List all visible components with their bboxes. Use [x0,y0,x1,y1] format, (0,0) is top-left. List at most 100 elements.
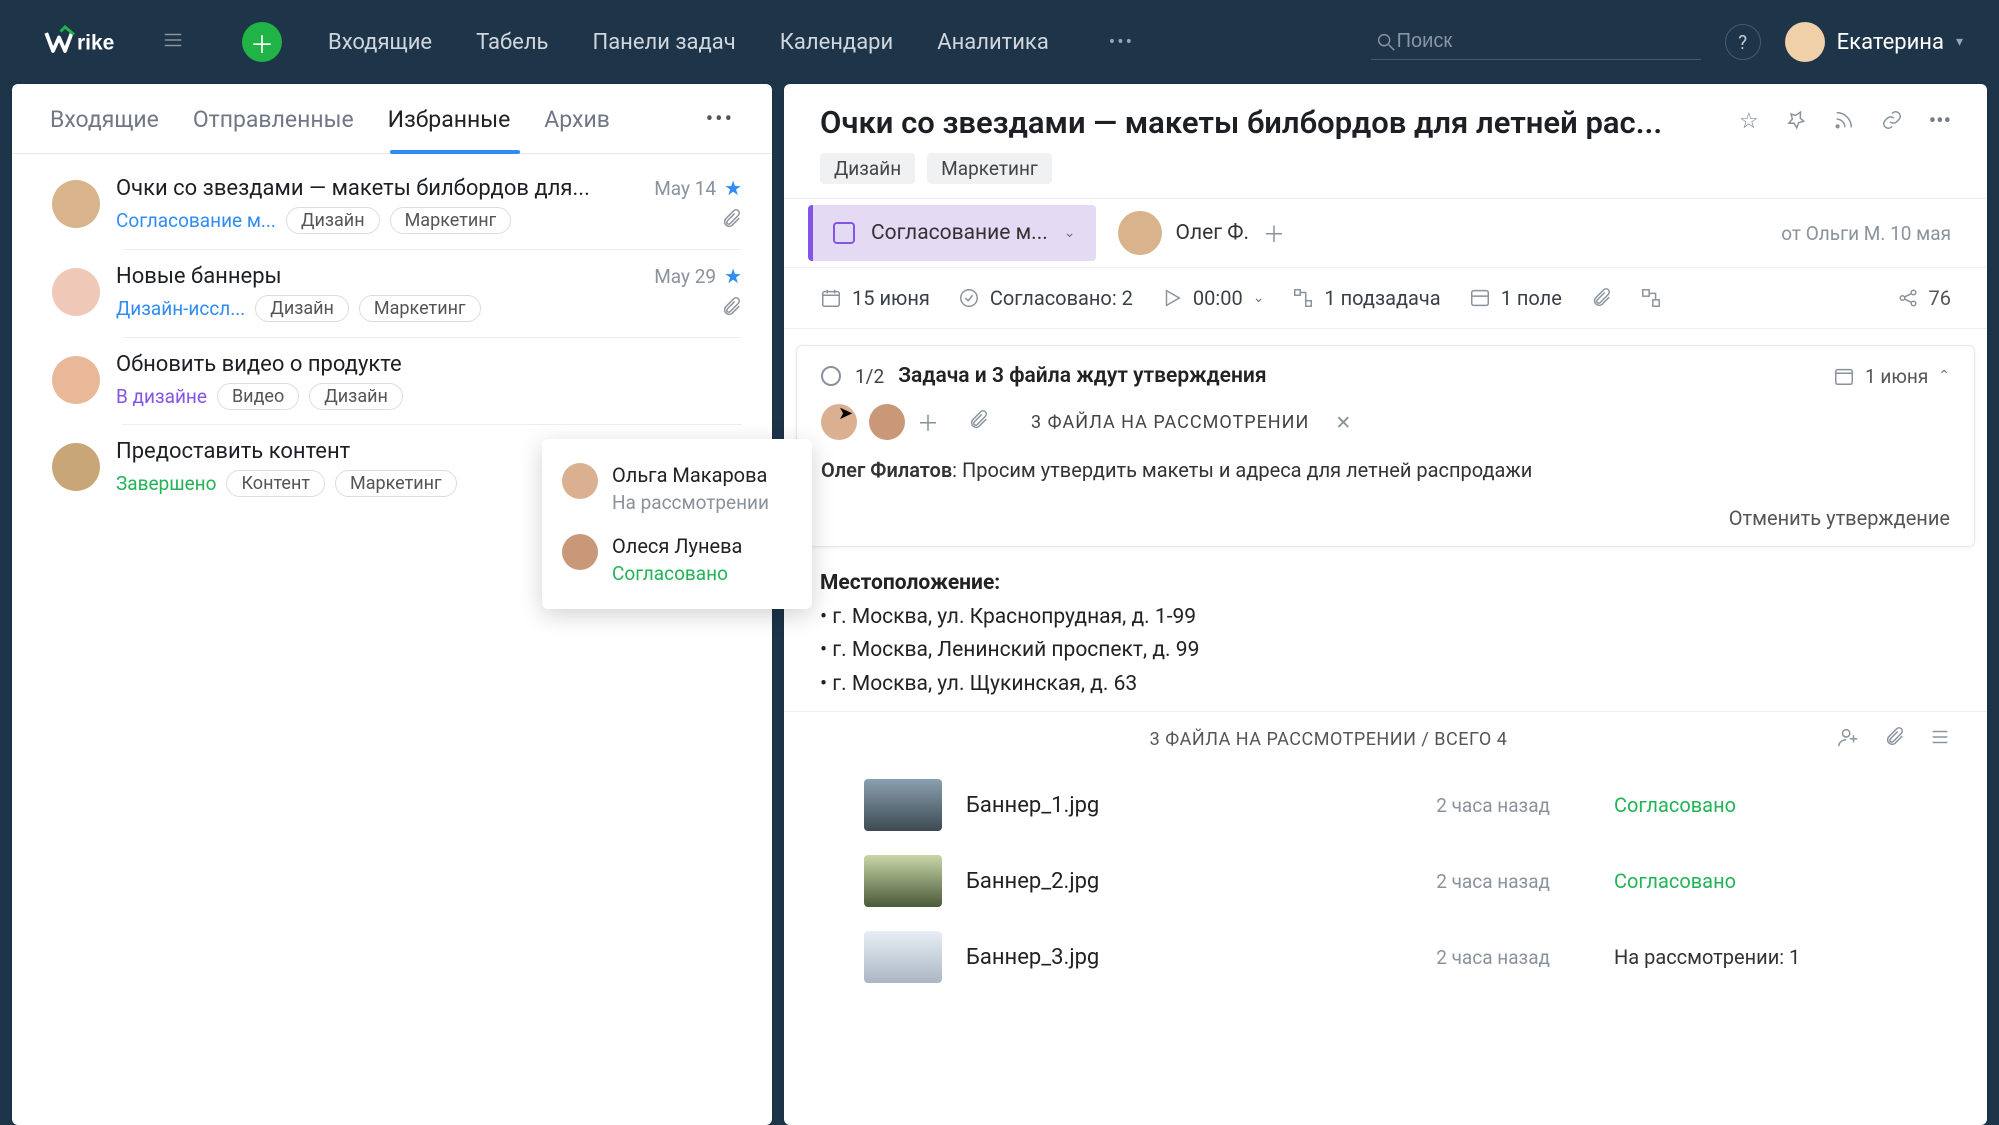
chevron-down-icon: ▾ [1956,34,1963,50]
more-icon[interactable]: ••• [1929,109,1951,137]
add-approver-icon[interactable]: ＋ [917,406,939,438]
file-thumbnail [864,931,942,983]
search-input[interactable] [1397,30,1697,53]
inbox-item[interactable]: Новые баннеры Дизайн-иссл... Дизайн Марк… [12,250,772,337]
assignee-group[interactable]: Олег Ф. ＋ [1118,211,1286,255]
approver-avatar [562,463,598,499]
nav-inbox[interactable]: Входящие [328,30,432,55]
approved-count[interactable]: Согласовано: 2 [958,286,1133,310]
desc-heading: Местоположение: [820,571,1000,595]
approval-card: 1/2 Задача и 3 файла ждут утверждения 1 … [796,345,1975,547]
brand-logo[interactable]: rike [44,24,134,60]
file-row[interactable]: Баннер_2.jpg 2 часа назад Согласовано [784,843,1987,919]
nav-dashboards[interactable]: Панели задач [593,30,736,55]
task-description[interactable]: Местоположение: • г. Москва, ул. Красноп… [784,547,1987,711]
file-status: На рассмотрении: 1 [1614,945,1800,969]
file-row[interactable]: Баннер_3.jpg 2 часа назад На рассмотрени… [784,919,1987,995]
nav-calendars[interactable]: Календари [780,30,893,55]
item-avatar [52,443,100,491]
task-title[interactable]: Очки со звездами — макеты билбордов для … [820,104,1723,141]
create-button[interactable]: ＋ [242,22,282,62]
topbar: rike ＋ Входящие Табель Панели задач Кале… [0,0,1999,84]
task-tag[interactable]: Маркетинг [927,153,1052,184]
approval-due[interactable]: 1 июня ⌃ [1833,365,1950,388]
item-pill[interactable]: Маркетинг [359,295,481,322]
item-pill[interactable]: Видео [217,383,299,410]
nav-more-icon[interactable]: ••• [1109,30,1134,55]
approver-status: Согласовано [612,562,742,585]
task-tag[interactable]: Дизайн [820,153,915,184]
task-meta-bar: 15 июня Согласовано: 2 00:00⌄ 1 подзадач… [784,268,1987,329]
inbox-item[interactable]: Обновить видео о продукте В дизайне Виде… [12,338,772,424]
item-pill[interactable]: Дизайн [255,295,349,322]
complete-checkbox[interactable] [833,222,855,244]
attachment-icon[interactable] [967,409,989,436]
approver-avatar[interactable] [869,404,905,440]
custom-fields[interactable]: 1 поле [1469,286,1562,310]
item-title: Очки со звездами — макеты билбордов для.… [116,176,638,201]
dependency-icon[interactable] [1640,287,1662,309]
user-menu[interactable]: Екатерина ▾ [1785,22,1963,62]
timer[interactable]: 00:00⌄ [1161,286,1265,310]
due-date[interactable]: 15 июня [820,286,930,310]
tabs-more-icon[interactable]: ••• [706,107,734,152]
item-title: Новые баннеры [116,264,638,289]
inbox-panel: Входящие Отправленные Избранные Архив ••… [12,84,772,1125]
file-time: 2 часа назад [1350,946,1550,969]
star-icon[interactable]: ☆ [1739,109,1759,137]
item-pill[interactable]: Дизайн [286,207,380,234]
file-status: Согласовано [1614,869,1736,893]
status-selector[interactable]: Согласование м... ⌄ [808,205,1096,261]
menu-icon[interactable] [162,29,184,56]
close-icon[interactable]: ✕ [1335,411,1351,434]
item-avatar [52,268,100,316]
item-pill[interactable]: Контент [226,470,325,497]
item-pill[interactable]: Маркетинг [390,207,512,234]
pin-icon[interactable] [1785,109,1807,137]
attach-icon[interactable] [1590,287,1612,309]
assignee-avatar [1118,211,1162,255]
search-icon [1375,31,1397,53]
assignee-name: Олег Ф. [1176,221,1250,245]
chevron-down-icon: ⌄ [1064,225,1076,241]
help-button[interactable]: ? [1725,24,1761,60]
approver-avatar[interactable] [821,404,857,440]
task-panel: Очки со звездами — макеты билбордов для … [784,84,1987,1125]
file-thumbnail [864,779,942,831]
desc-line: • г. Москва, Ленинский проспект, д. 99 [820,638,1199,662]
attachment-icon[interactable] [1883,726,1905,753]
item-pill[interactable]: Дизайн [309,383,403,410]
item-avatar [52,356,100,404]
star-icon[interactable]: ★ [724,176,742,200]
file-row[interactable]: Баннер_1.jpg 2 часа назад Согласовано [784,767,1987,843]
tab-sent[interactable]: Отправленные [193,106,354,153]
status-label: Согласование м... [871,221,1048,245]
share-count[interactable]: 76 [1897,286,1951,310]
item-pill[interactable]: Маркетинг [335,470,457,497]
popover-row[interactable]: Ольга Макарова На рассмотрении [542,453,812,524]
assign-reviewer-icon[interactable] [1837,726,1859,753]
cancel-approval-button[interactable]: Отменить утверждение [821,506,1950,530]
files-section-header: 3 ФАЙЛА НА РАССМОТРЕНИИ / ВСЕГО 4 [784,711,1987,767]
approver-name: Ольга Макарова [612,463,769,487]
subtasks[interactable]: 1 подзадача [1292,286,1440,310]
popover-row[interactable]: Олеся Лунева Согласовано [542,524,812,595]
svg-text:rike: rike [77,32,114,55]
user-name-label: Екатерина [1837,30,1944,55]
tab-archive[interactable]: Архив [544,106,610,153]
approval-message: Олег Филатов: Просим утвердить макеты и … [821,458,1950,482]
tab-starred[interactable]: Избранные [388,106,511,153]
star-icon[interactable]: ★ [724,264,742,288]
add-assignee-icon[interactable]: ＋ [1263,217,1285,249]
inbox-tabs: Входящие Отправленные Избранные Архив ••… [12,84,772,154]
nav-timelog[interactable]: Табель [476,30,548,55]
inbox-item[interactable]: Очки со звездами — макеты билбордов для.… [12,162,772,249]
tab-incoming[interactable]: Входящие [50,106,159,153]
nav-analytics[interactable]: Аналитика [937,30,1049,55]
list-view-icon[interactable] [1929,726,1951,753]
approver-name: Олеся Лунева [612,534,742,558]
search-input-wrap[interactable] [1371,24,1701,60]
files-review-label[interactable]: 3 ФАЙЛА НА РАССМОТРЕНИИ [1031,412,1309,433]
rss-icon[interactable] [1833,109,1855,137]
link-icon[interactable] [1881,109,1903,137]
